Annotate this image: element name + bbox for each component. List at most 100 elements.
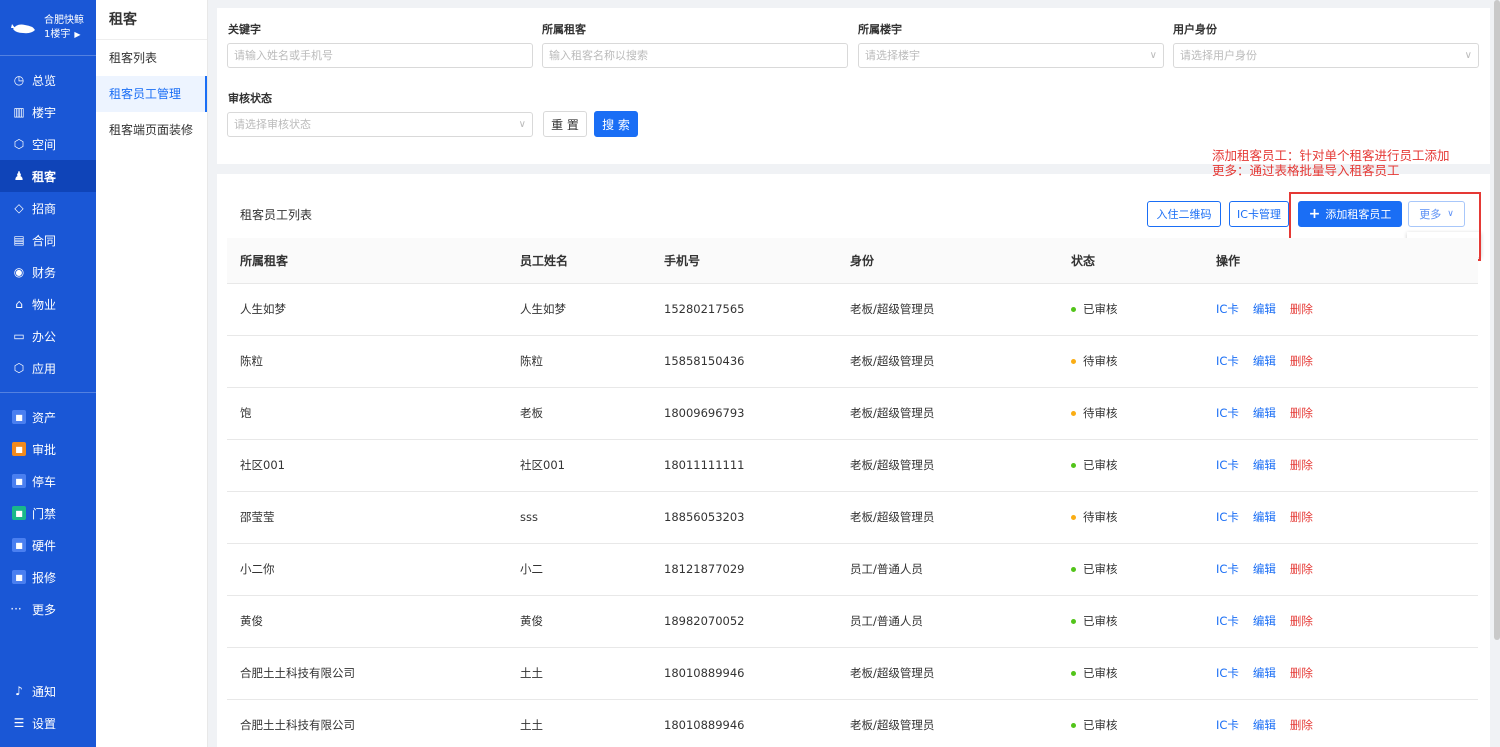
status-dot-icon [1071,567,1076,572]
nav-item-dashboard[interactable]: ◷ 总览 [0,64,96,96]
parking-icon: ■ [12,474,26,488]
app-root: 合肥快鲸 1楼宇 ▶ ◷ 总览 ▥ 楼宇 ⬡ 空间 ♟ 租客 ◇ 招商 ▤ 合同 ◉ 财务 ⌂ 物业 ▭ 办公 ⬡ 应用… [0,0,1500,747]
status-text: 待审核 [1083,510,1118,524]
subnav-title: 租客 [96,0,207,40]
staff-name-cell: sss [507,491,651,544]
reset-button[interactable]: 重 置 [543,111,587,137]
tenant-cell: 邵莹莹 [227,491,507,544]
ic-card-link[interactable]: IC卡 [1216,614,1239,628]
identity-select[interactable]: 请选择用户身份 ∨ [1173,43,1479,68]
actions-cell: IC卡 编辑 删除 [1203,439,1478,492]
nav-item-app[interactable]: ⬡ 应用 [0,352,96,384]
edit-link[interactable]: 编辑 [1253,354,1276,368]
asset-icon: ■ [12,410,26,424]
status-dot-icon [1071,619,1076,624]
nav-item-monitor[interactable]: ▭ 办公 [0,320,96,352]
status-dot-icon [1071,723,1076,728]
edit-link[interactable]: 编辑 [1253,302,1276,316]
nav-item-label: 财务 [32,265,57,280]
tenant-search-input[interactable]: 输入租客名称以搜索 [542,43,848,68]
ic-card-link[interactable]: IC卡 [1216,718,1239,732]
column-header: 身份 [837,238,1058,284]
subnav-item-tenant-staff[interactable]: 租客员工管理 [96,76,207,112]
identity-cell: 老板/超级管理员 [837,699,1058,747]
table-row: 社区001 社区001 18011111111 老板/超级管理员 已审核 IC卡 编辑 删除 [227,439,1478,492]
search-button[interactable]: 搜 索 [594,111,638,137]
phone-cell: 18011111111 [651,439,837,492]
nav-app-access[interactable]: ■ 门禁 [0,497,96,529]
delete-link[interactable]: 删除 [1290,406,1313,420]
subnav-item-tenant-page-decor[interactable]: 租客端页面装修 [96,112,207,148]
nav-item-label: 租客 [32,169,57,184]
ic-card-link[interactable]: IC卡 [1216,406,1239,420]
more-icon: ··· [10,602,22,616]
checkin-qrcode-button[interactable]: 入住二维码 [1147,201,1221,227]
nav-app-repair[interactable]: ■ 报修 [0,561,96,593]
nav-item-label: 总览 [32,73,57,88]
page-scrollbar[interactable] [1494,0,1500,640]
delete-link[interactable]: 删除 [1290,354,1313,368]
ic-card-link[interactable]: IC卡 [1216,510,1239,524]
edit-link[interactable]: 编辑 [1253,614,1276,628]
delete-link[interactable]: 删除 [1290,510,1313,524]
actions-cell: IC卡 编辑 删除 [1203,491,1478,544]
staff-name-cell: 人生如梦 [507,283,651,336]
ic-card-link[interactable]: IC卡 [1216,562,1239,576]
tenant-cell: 陈粒 [227,335,507,388]
nav-item-home[interactable]: ⌂ 物业 [0,288,96,320]
subnav-item-tenant-list[interactable]: 租客列表 [96,40,207,76]
status-text: 待审核 [1083,354,1118,368]
identity-cell: 老板/超级管理员 [837,283,1058,336]
ic-card-link[interactable]: IC卡 [1216,666,1239,680]
nav-item-document[interactable]: ▤ 合同 [0,224,96,256]
edit-link[interactable]: 编辑 [1253,458,1276,472]
edit-link[interactable]: 编辑 [1253,510,1276,524]
edit-link[interactable]: 编辑 [1253,406,1276,420]
actions-cell: IC卡 编辑 删除 [1203,543,1478,596]
ic-card-link[interactable]: IC卡 [1216,354,1239,368]
delete-link[interactable]: 删除 [1290,718,1313,732]
delete-link[interactable]: 删除 [1290,666,1313,680]
status-select[interactable]: 请选择审核状态 ∨ [227,112,533,137]
nav-app-approval[interactable]: ■ 审批 [0,433,96,465]
access-icon: ■ [12,506,26,520]
staff-name-cell: 陈粒 [507,335,651,388]
table-row: 饱老板 18009696793 老板/超级管理员 待审核 IC卡 编辑 删除 [227,387,1478,440]
nav-item-finance[interactable]: ◉ 财务 [0,256,96,288]
edit-link[interactable]: 编辑 [1253,718,1276,732]
nav-item-tag[interactable]: ◇ 招商 [0,192,96,224]
nav-item-bell[interactable]: ♪ 通知 [0,675,96,707]
delete-link[interactable]: 删除 [1290,562,1313,576]
nav-app-more[interactable]: ··· 更多 [0,593,96,625]
nav-app-hardware[interactable]: ■ 硬件 [0,529,96,561]
building-select[interactable]: 请选择楼宇 ∨ [858,43,1164,68]
nav-item-menu[interactable]: ☰ 设置 [0,707,96,739]
column-header: 状态 [1058,238,1203,284]
ic-card-link[interactable]: IC卡 [1216,302,1239,316]
identity-placeholder: 请选择用户身份 [1180,49,1257,62]
column-header: 手机号 [651,238,837,284]
table-row: 人生如梦 人生如梦 15280217565 老板/超级管理员 已审核 IC卡 编辑 删除 [227,283,1478,336]
nav-app-label: 审批 [32,442,57,457]
nav-item-users[interactable]: ♟ 租客 [0,160,96,192]
delete-link[interactable]: 删除 [1290,458,1313,472]
delete-link[interactable]: 删除 [1290,614,1313,628]
delete-link[interactable]: 删除 [1290,302,1313,316]
brand-switcher[interactable]: 合肥快鲸 1楼宇 ▶ [0,0,96,56]
column-header: 所属租客 [227,238,507,284]
nav-item-building[interactable]: ▥ 楼宇 [0,96,96,128]
edit-link[interactable]: 编辑 [1253,562,1276,576]
ic-card-manage-button[interactable]: IC卡管理 [1229,201,1289,227]
edit-link[interactable]: 编辑 [1253,666,1276,680]
nav-item-cube[interactable]: ⬡ 空间 [0,128,96,160]
status-text: 已审核 [1083,666,1118,680]
actions-cell: IC卡 编辑 删除 [1203,335,1478,388]
nav-app-asset[interactable]: ■ 资产 [0,401,96,433]
hardware-icon: ■ [12,538,26,552]
keyword-input[interactable]: 请输入姓名或手机号 [227,43,533,68]
status-cell: 待审核 [1058,387,1203,440]
staff-list-panel: 添加租客员工：针对单个租客进行员工添加 更多：通过表格批量导入租客员工 租客员工… [217,148,1490,747]
staff-table: 所属租客 员工姓名 手机号 身份 状态 操作 人生如梦 人生如梦 15280217565 老板/… [227,238,1478,747]
ic-card-link[interactable]: IC卡 [1216,458,1239,472]
nav-app-parking[interactable]: ■ 停车 [0,465,96,497]
